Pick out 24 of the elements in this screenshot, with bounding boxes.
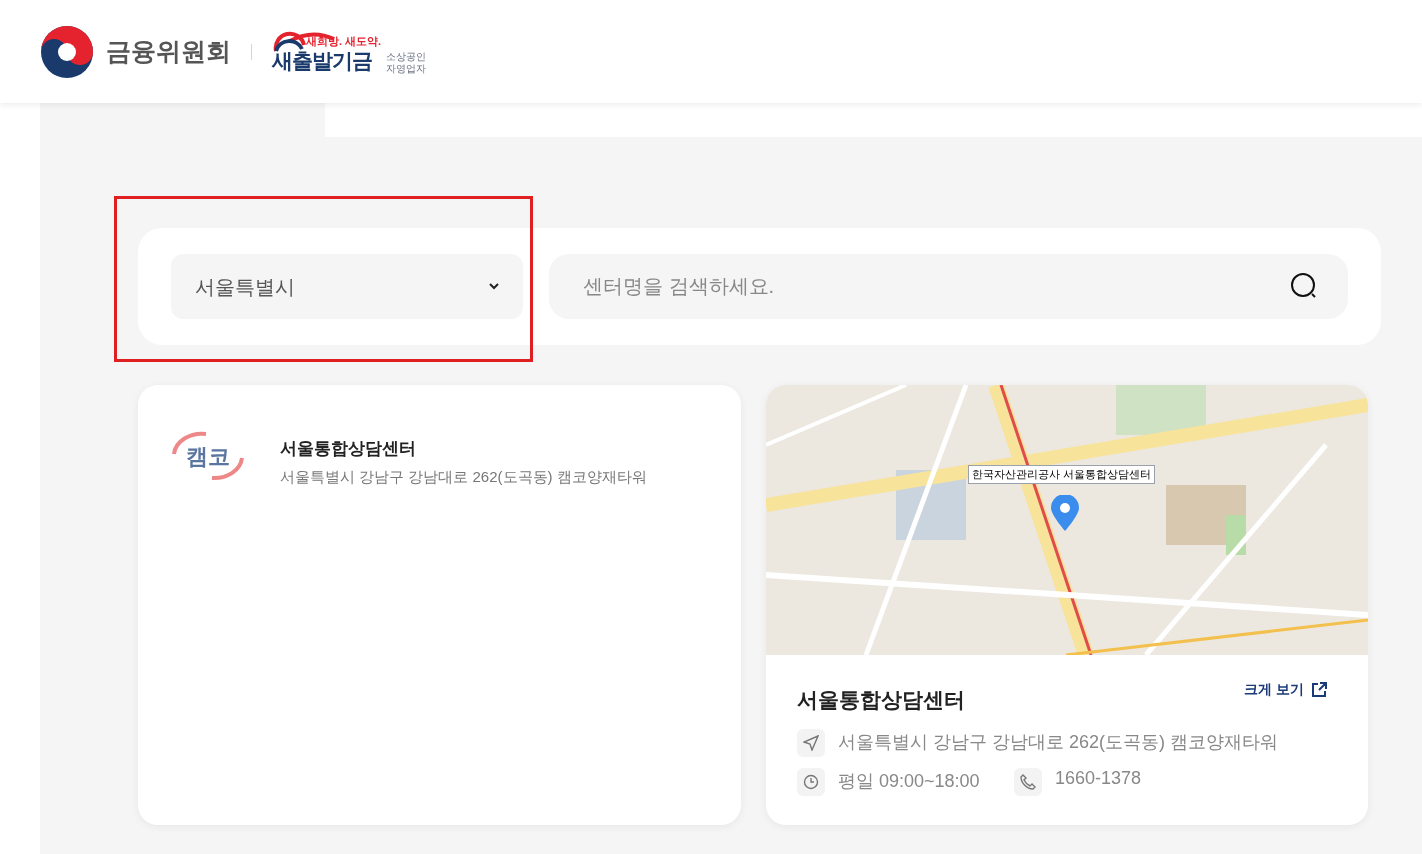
center-address: 서울특별시 강남구 강남대로 262(도곡동) 캠코양재타워 xyxy=(280,466,647,487)
region-select[interactable]: 서울특별시 xyxy=(171,254,523,319)
center-item[interactable]: 캠코 서울통합상담센터 서울특별시 강남구 강남대로 262(도곡동) 캠코양재타워 xyxy=(170,430,709,488)
search-field[interactable]: 센터명을 검색하세요. xyxy=(549,254,1348,319)
map-label: 한국자산관리공사 서울통합상담센터 xyxy=(968,465,1156,484)
navigation-icon xyxy=(797,728,825,757)
search-icon[interactable] xyxy=(1290,272,1318,300)
fund-name: 새출발기금 xyxy=(272,48,372,73)
detail-address: 서울특별시 강남구 강남대로 262(도곡동) 캠코양재타워 xyxy=(838,731,1279,754)
clock-icon xyxy=(797,767,825,796)
org-name: 금융위원회 xyxy=(106,35,231,67)
kamco-logo: 캠코 xyxy=(170,430,246,482)
fund-subtext: 자영업자 xyxy=(386,62,426,74)
business-hours: 평일 09:00~18:00 xyxy=(838,770,980,793)
fund-subtext: 소상공인 xyxy=(386,50,426,62)
phone-icon xyxy=(1014,767,1042,796)
map-pin-icon xyxy=(1051,495,1079,531)
chevron-down-icon xyxy=(489,283,499,290)
enlarge-link[interactable]: 크게 보기 xyxy=(1244,679,1327,700)
phone-number: 1660-1378 xyxy=(1055,767,1142,790)
external-link-icon xyxy=(1312,682,1327,697)
emblem-icon xyxy=(40,24,94,79)
center-name: 서울통합상담센터 xyxy=(280,438,417,460)
detail-title: 서울통합상담센터 xyxy=(797,687,965,713)
